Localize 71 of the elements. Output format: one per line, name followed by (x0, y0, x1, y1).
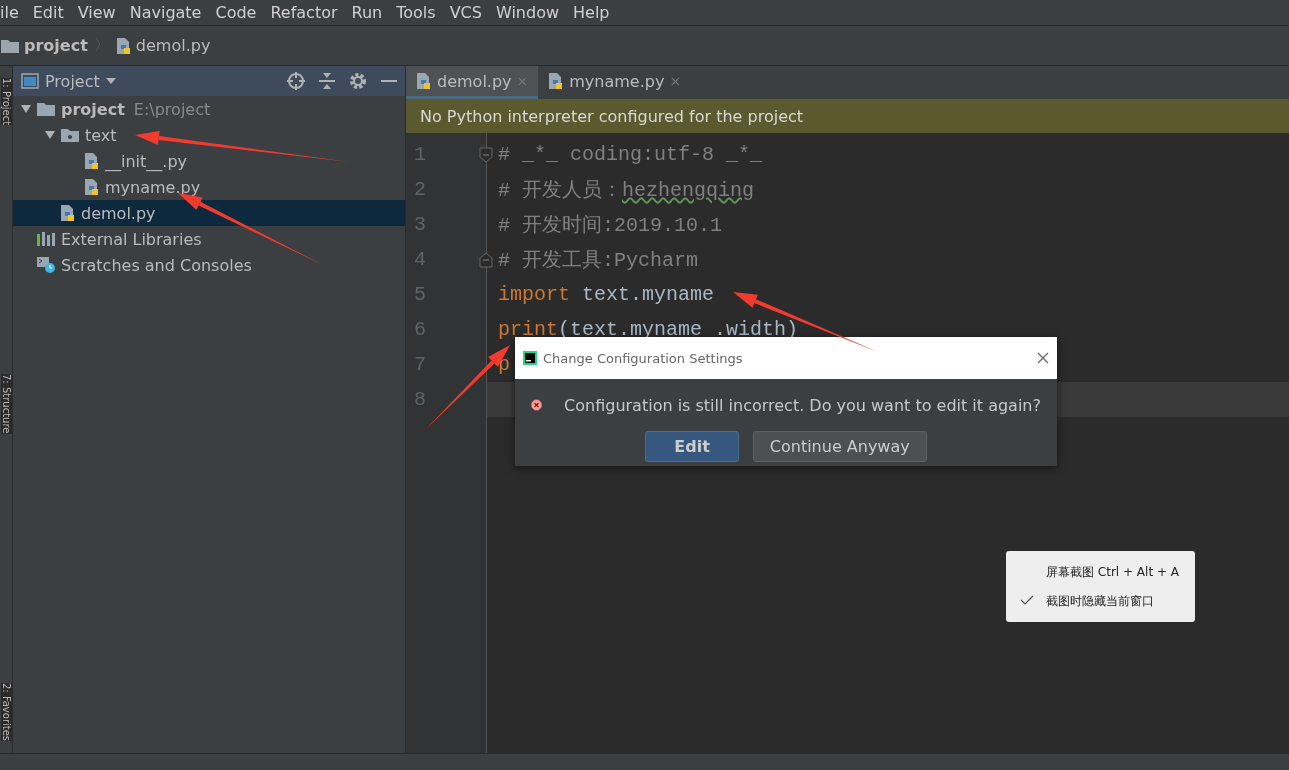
scratches-icon (36, 256, 56, 274)
menu-item[interactable]: Refactor (270, 3, 338, 22)
breadcrumb-separator: 〉 (93, 35, 110, 56)
tree-item-label: myname.py (105, 177, 201, 197)
python-file-icon (548, 72, 565, 90)
tool-window-tab[interactable]: 2: Favorites (0, 682, 12, 741)
tree-item-label: demol.py (81, 203, 156, 223)
tree-item[interactable]: text (13, 122, 405, 148)
expanded-arrow-icon[interactable] (21, 104, 31, 114)
tool-window-tab[interactable]: 7: Structure (0, 374, 12, 434)
menu-item[interactable]: VCS (449, 3, 482, 22)
expanded-arrow-icon[interactable] (45, 130, 55, 140)
fold-marker-icon[interactable] (479, 146, 493, 163)
menu-item[interactable]: Navigate (129, 3, 202, 22)
app-icon (523, 351, 537, 365)
code-line: p (498, 353, 510, 376)
editor-tab[interactable]: demol.py × (406, 66, 539, 99)
tree-item-label: Scratches and Consoles (61, 255, 252, 275)
code-line: print(text.myname .width) (498, 318, 799, 341)
tree-item[interactable]: External Libraries (13, 226, 405, 252)
python-file-icon (84, 152, 100, 170)
python-file-icon (416, 72, 432, 90)
menu-item[interactable]: Tools (396, 3, 436, 22)
python-file-icon (60, 204, 76, 222)
tool-window-tab[interactable]: 1: Project (0, 78, 12, 126)
menu-item[interactable]: Help (573, 3, 610, 22)
tree-item-label: project (61, 99, 125, 119)
settings-icon[interactable] (349, 72, 367, 90)
breadcrumb-item[interactable]: project (0, 36, 88, 55)
code-line: # 开发人员：hezhengqing (498, 178, 755, 203)
menu-item[interactable]: Code (215, 3, 257, 22)
locate-icon[interactable] (287, 72, 305, 90)
code-line: # 开发工具:Pycharm (498, 248, 699, 273)
close-icon[interactable] (1037, 352, 1049, 364)
notification-banner: No Python interpreter configured for the project (406, 99, 1289, 133)
dialog-message: Configuration is still incorrect. Do you want to edit it again? (564, 395, 1041, 415)
folder-icon (0, 37, 20, 54)
folder-icon (36, 101, 56, 117)
tree-item[interactable]: myname.py (13, 174, 405, 200)
menu-item[interactable]: Window (495, 3, 560, 22)
path-label: E:\project (133, 99, 211, 119)
tree-item-label: __init__.py (105, 151, 187, 171)
menu-item[interactable]: Edit (32, 3, 64, 22)
menu-item[interactable]: 屏幕截图 Ctrl + Alt + A (1006, 562, 1195, 582)
tree-item[interactable]: __init__.py (13, 148, 405, 174)
libraries-icon (36, 231, 56, 247)
menu-item[interactable]: ile (0, 3, 19, 22)
menu-item[interactable]: 截图时隐藏当前窗口 (1006, 591, 1195, 611)
breadcrumb-item[interactable]: demol.py (115, 36, 211, 55)
dialog-button[interactable]: Continue Anyway (752, 431, 927, 462)
python-file-icon (115, 36, 132, 55)
dropdown-icon (105, 78, 116, 84)
menu-item[interactable]: Run (351, 3, 383, 22)
dialog-title: Change Configuration Settings (543, 350, 744, 366)
dialog-button[interactable]: Edit (645, 431, 739, 462)
tree-item-label: text (85, 125, 117, 145)
tree-item[interactable]: Scratches and Consoles (13, 252, 405, 278)
editor-tab[interactable]: myname.py × (538, 66, 692, 99)
package-folder-icon (60, 127, 80, 143)
minimize-icon[interactable] (381, 79, 397, 83)
tree-item[interactable]: demol.py (13, 200, 405, 226)
menu-item[interactable]: View (77, 3, 116, 22)
tree-item[interactable]: project E:\project (13, 96, 405, 122)
code-line: # 开发时间:2019.10.1 (498, 213, 723, 238)
code-line: import text.myname (498, 283, 715, 306)
python-file-icon (84, 178, 100, 196)
tree-item-label: External Libraries (61, 229, 202, 249)
code-line: # _*_ coding:utf-8 _*_ (498, 143, 763, 166)
fold-marker-icon[interactable] (479, 251, 493, 268)
window-icon (21, 73, 39, 89)
collapse-icon[interactable] (319, 72, 335, 90)
